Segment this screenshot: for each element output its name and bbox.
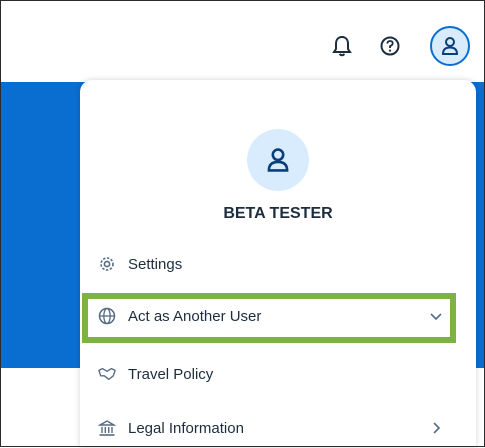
menu-item-label: Settings [128, 255, 183, 273]
user-name: BETA TESTER [223, 205, 333, 222]
bell-icon[interactable] [330, 34, 354, 58]
handshake-icon [98, 365, 116, 383]
user-avatar-button[interactable] [430, 26, 470, 66]
menu-item-label: Act as Another User [128, 307, 262, 325]
globe-icon [98, 307, 116, 325]
top-bar [0, 0, 485, 82]
user-icon [267, 148, 289, 172]
chevron-right-icon [433, 422, 441, 434]
menu-item-act-as-another-user[interactable]: Act as Another User [98, 296, 458, 336]
chevron-down-icon [430, 313, 442, 321]
gear-icon [98, 255, 116, 273]
help-circle-icon[interactable] [378, 34, 402, 58]
menu-item-legal-information[interactable]: Legal Information [98, 408, 458, 448]
menu-avatar [247, 129, 309, 191]
menu-item-label: Legal Information [128, 419, 244, 437]
building-icon [98, 419, 116, 437]
user-menu-popover: BETA TESTER Settings Act as Another User [80, 80, 476, 447]
user-icon [441, 37, 459, 55]
menu-item-settings[interactable]: Settings [98, 244, 458, 284]
menu-item-travel-policy[interactable]: Travel Policy [98, 354, 458, 394]
menu-item-label: Travel Policy [128, 365, 214, 383]
